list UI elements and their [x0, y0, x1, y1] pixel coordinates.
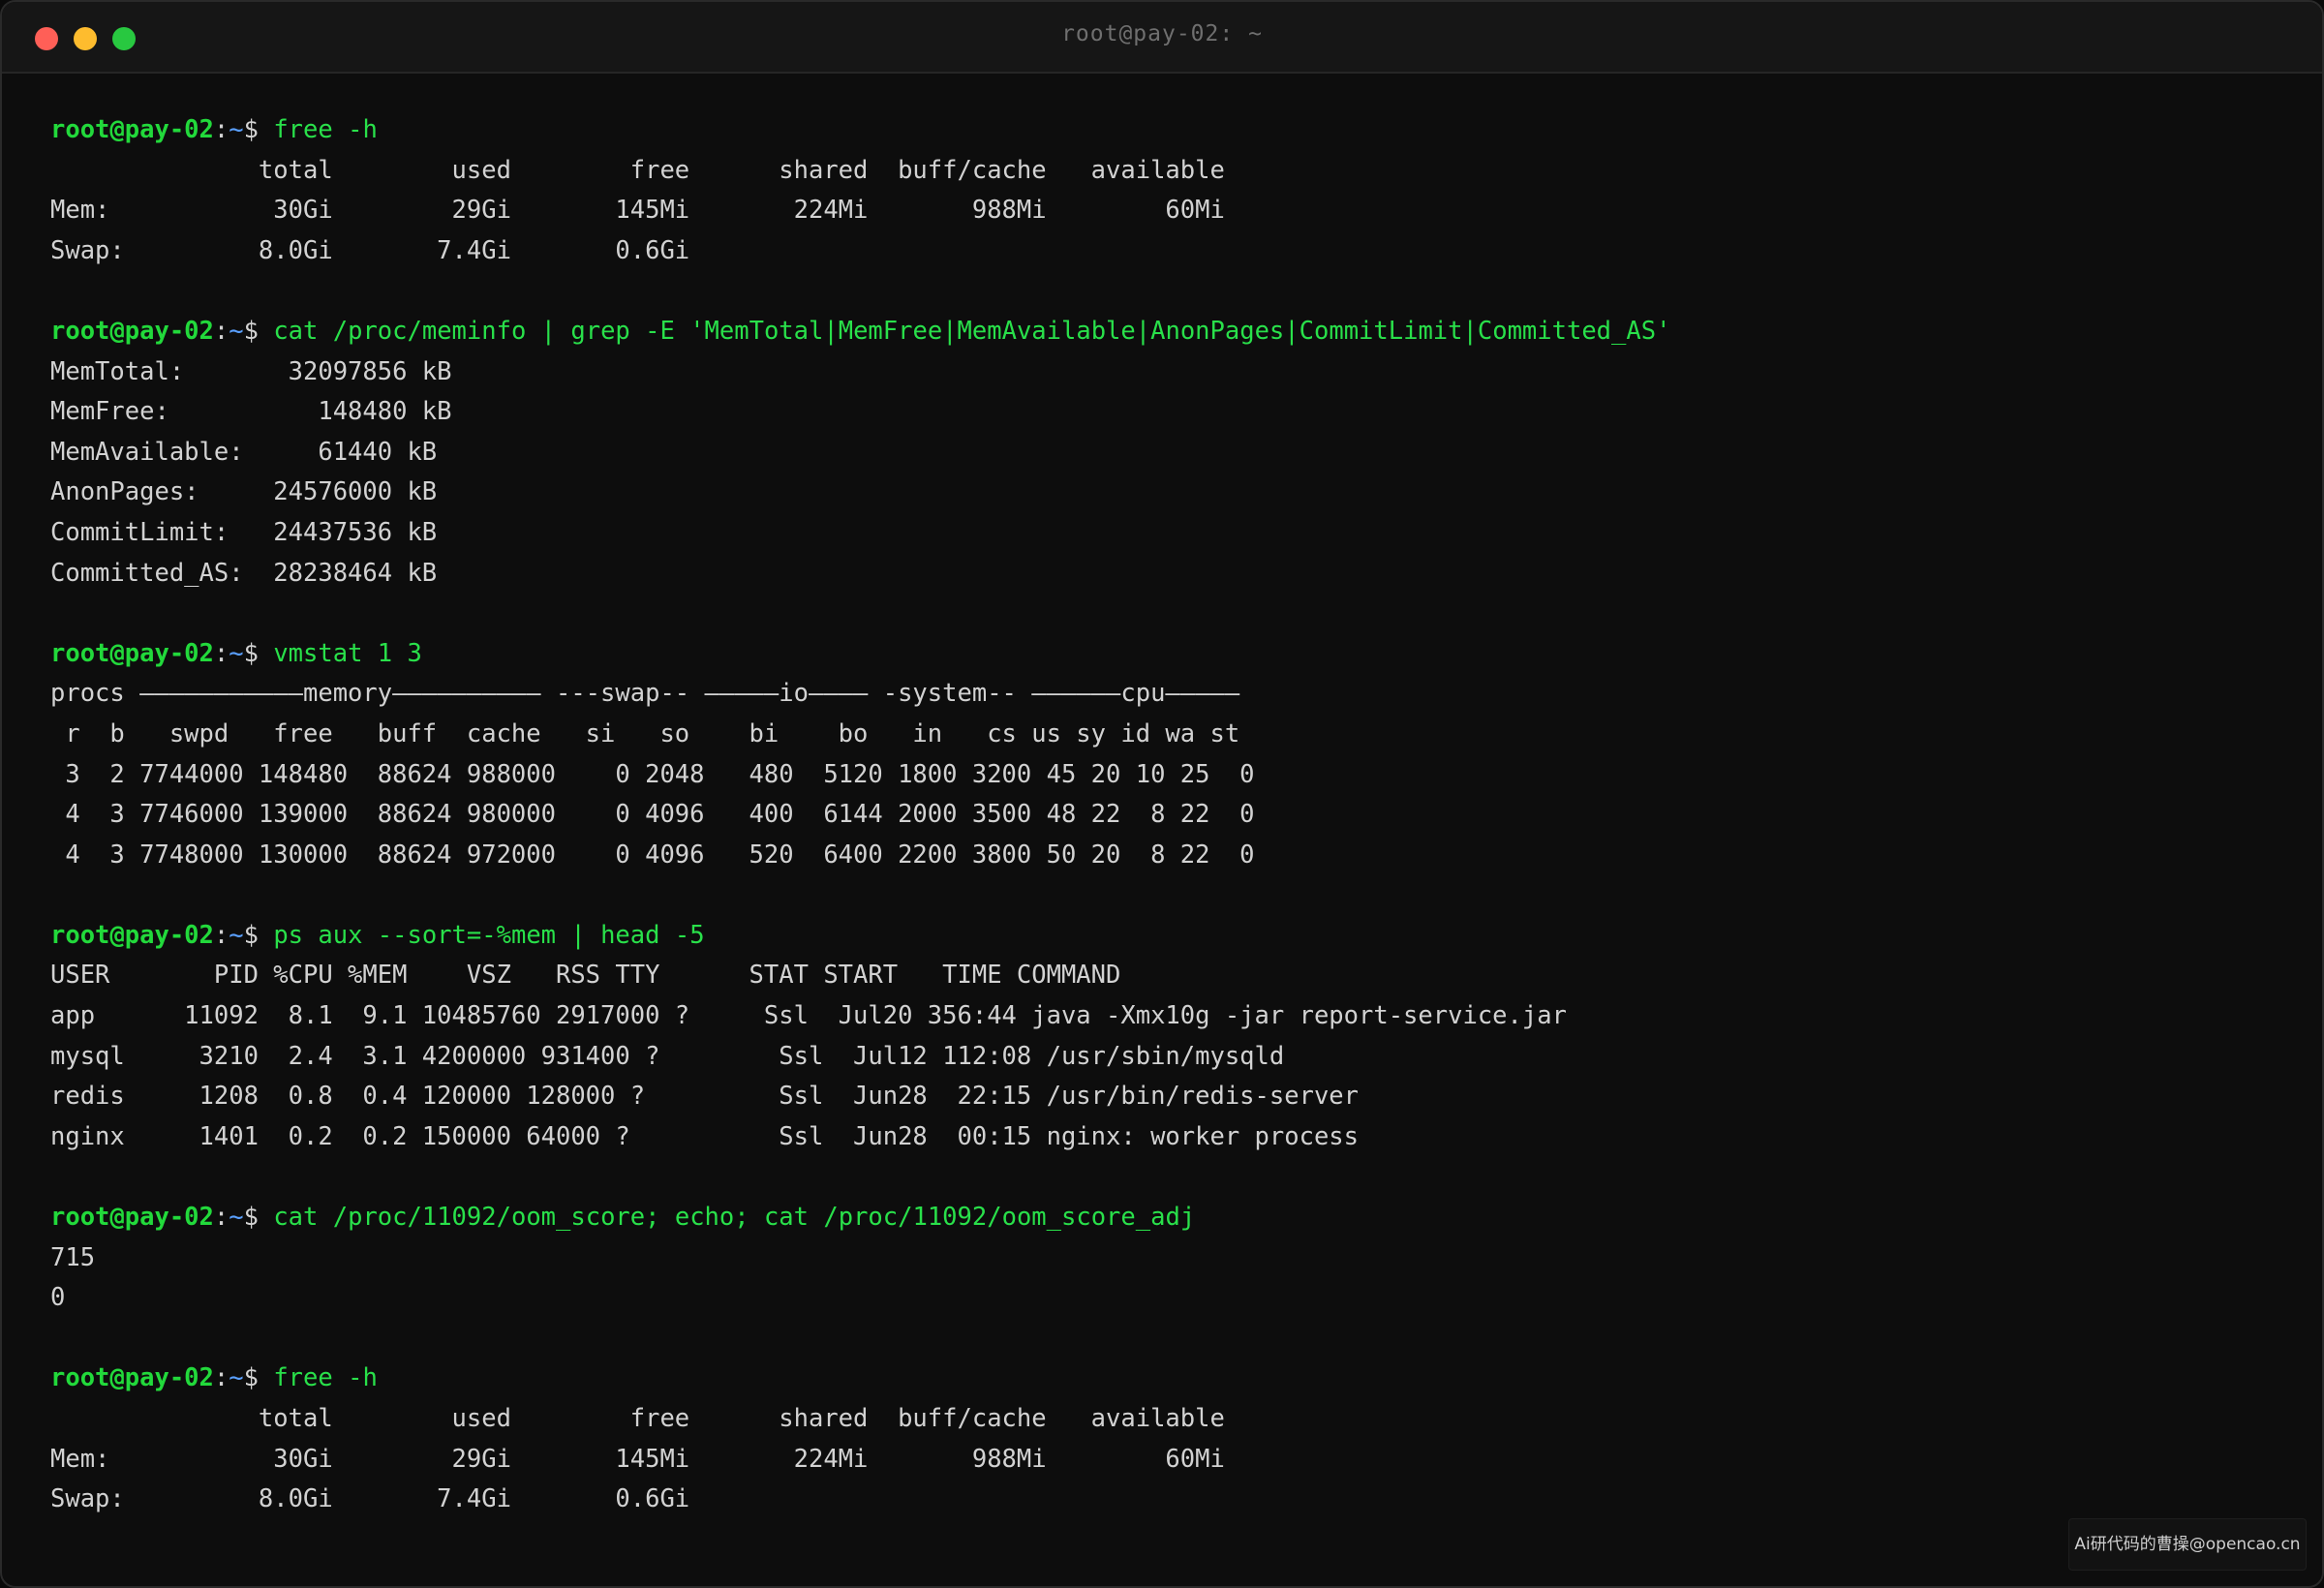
output-line: mysql 3210 2.4 3.1 4200000 931400 ? Ssl …	[50, 1041, 1285, 1071]
output-line: redis 1208 0.8 0.4 120000 128000 ? Ssl J…	[50, 1082, 1360, 1112]
output-line: AnonPages: 24576000 kB	[50, 477, 438, 507]
prompt-user-host: root@pay-02	[50, 1203, 214, 1233]
prompt-user-host: root@pay-02	[50, 316, 214, 346]
prompt-symbol: $	[243, 316, 274, 346]
output-line: total used free shared buff/cache availa…	[50, 155, 1225, 185]
output-line: CommitLimit: 24437536 kB	[50, 517, 438, 547]
output-line: 4 3 7748000 130000 88624 972000 0 4096 5…	[50, 840, 1255, 870]
prompt-line[interactable]: root@pay-02:~$ cat /proc/11092/oom_score…	[50, 1198, 2283, 1238]
output-line: Swap: 8.0Gi 7.4Gi 0.6Gi	[50, 235, 690, 265]
terminal-window: root@pay-02: ~ root@pay-02:~$ free -h to…	[0, 0, 2324, 1588]
prompt-symbol: $	[243, 1203, 274, 1233]
prompt-separator: :	[213, 920, 229, 950]
prompt-line[interactable]: root@pay-02:~$ vmstat 1 3	[50, 634, 2283, 675]
prompt-symbol: $	[243, 1363, 274, 1393]
prompt-symbol: $	[243, 638, 274, 668]
prompt-line[interactable]: root@pay-02:~$ cat /proc/meminfo | grep …	[50, 312, 2283, 352]
command-text[interactable]: ps aux --sort=-%mem | head -5	[273, 921, 704, 950]
output-line: r b swpd free buff cache si so bi bo in …	[50, 718, 1240, 748]
prompt-user-host: root@pay-02	[50, 638, 214, 668]
output-line: MemAvailable: 61440 kB	[50, 437, 438, 467]
output-line: app 11092 8.1 9.1 10485760 2917000 ? Ssl…	[50, 1001, 1567, 1031]
output-line: 0	[50, 1283, 66, 1313]
prompt-line[interactable]: root@pay-02:~$ free -h	[50, 110, 2283, 151]
output-line: nginx 1401 0.2 0.2 150000 64000 ? Ssl Ju…	[50, 1121, 1360, 1151]
output-line: MemTotal: 32097856 kB	[50, 356, 452, 386]
prompt-path: ~	[229, 1203, 244, 1233]
window-title: root@pay-02: ~	[1061, 21, 1263, 46]
command-text[interactable]: free -h	[273, 115, 377, 144]
prompt-path: ~	[229, 638, 244, 668]
command-text[interactable]: free -h	[273, 1363, 377, 1392]
command-text[interactable]: vmstat 1 3	[273, 639, 422, 668]
prompt-user-host: root@pay-02	[50, 920, 214, 950]
command-text[interactable]: cat /proc/meminfo | grep -E 'MemTotal|Me…	[273, 317, 1670, 346]
output-line: procs ———————————memory—————————— ---swa…	[50, 679, 1240, 709]
prompt-separator: :	[213, 638, 229, 668]
prompt-path: ~	[229, 920, 244, 950]
output-line: MemFree: 148480 kB	[50, 397, 452, 427]
prompt-line[interactable]: root@pay-02:~$ ps aux --sort=-%mem | hea…	[50, 916, 2283, 957]
prompt-path: ~	[229, 115, 244, 144]
prompt-user-host: root@pay-02	[50, 1363, 214, 1393]
prompt-path: ~	[229, 316, 244, 346]
output-line: total used free shared buff/cache availa…	[50, 1404, 1225, 1433]
prompt-line[interactable]: root@pay-02:~$ free -h	[50, 1359, 2283, 1399]
prompt-separator: :	[213, 1363, 229, 1393]
output-line: Mem: 30Gi 29Gi 145Mi 224Mi 988Mi 60Mi	[50, 196, 1225, 226]
prompt-separator: :	[213, 1203, 229, 1233]
output-line: Swap: 8.0Gi 7.4Gi 0.6Gi	[50, 1484, 690, 1514]
command-text[interactable]: cat /proc/11092/oom_score; echo; cat /pr…	[273, 1203, 1195, 1232]
output-line: 3 2 7744000 148480 88624 988000 0 2048 4…	[50, 759, 1255, 789]
prompt-user-host: root@pay-02	[50, 115, 214, 144]
prompt-path: ~	[229, 1363, 244, 1393]
output-line: Mem: 30Gi 29Gi 145Mi 224Mi 988Mi 60Mi	[50, 1444, 1225, 1474]
output-line: 715	[50, 1242, 96, 1272]
prompt-symbol: $	[243, 115, 274, 144]
prompt-separator: :	[213, 316, 229, 346]
output-line: Committed_AS: 28238464 kB	[50, 558, 438, 588]
prompt-separator: :	[213, 115, 229, 144]
watermark: Ai研代码的曹操@opencao.cn	[2068, 1518, 2307, 1571]
terminal-output[interactable]: root@pay-02:~$ free -h total used free s…	[50, 110, 2283, 1520]
prompt-symbol: $	[243, 920, 274, 950]
title-bar[interactable]: root@pay-02: ~	[2, 2, 2322, 74]
output-line: USER PID %CPU %MEM VSZ RSS TTY STAT STAR…	[50, 961, 1121, 991]
output-line: 4 3 7746000 139000 88624 980000 0 4096 4…	[50, 800, 1255, 830]
